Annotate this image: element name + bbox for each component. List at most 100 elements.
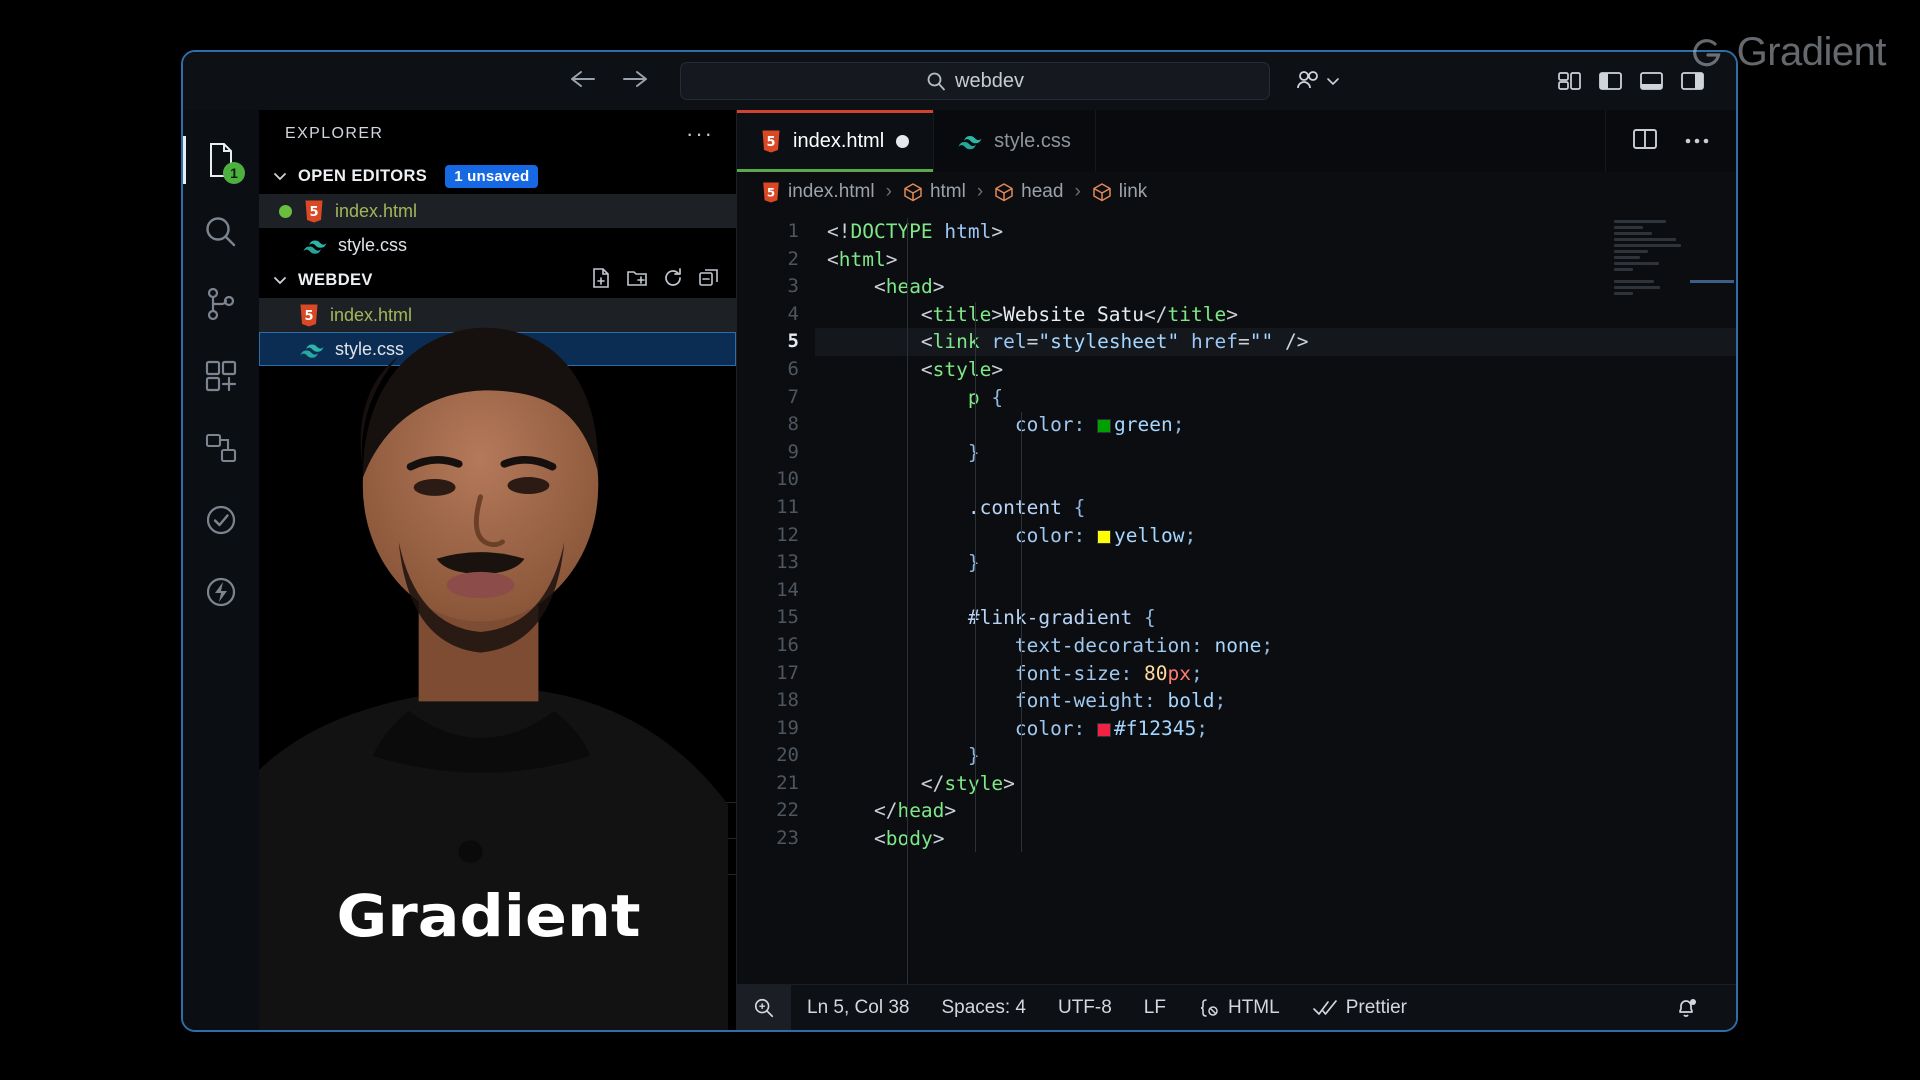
collapsed-panel-1[interactable] [259, 802, 736, 838]
new-file-icon[interactable] [590, 267, 612, 294]
collapse-all-icon[interactable] [698, 267, 720, 294]
code-line: color: yellow; [815, 522, 1736, 550]
breadcrumb-item-head[interactable]: head [994, 181, 1063, 203]
code-line: .content { [815, 494, 1736, 522]
open-editor-file-name: index.html [335, 201, 417, 222]
symbol-cube-icon [994, 182, 1014, 202]
refresh-icon[interactable] [662, 267, 684, 294]
open-editor-file-name: style.css [338, 235, 407, 256]
braces-icon [1198, 997, 1220, 1019]
toggle-primary-sidebar-icon[interactable] [1594, 66, 1628, 96]
code-line: <title>Website Satu</title> [815, 301, 1736, 329]
check-check-icon [1312, 998, 1338, 1018]
code-line: <head> [815, 273, 1736, 301]
html5-icon: 5 [761, 182, 781, 203]
eol-status[interactable]: LF [1128, 985, 1182, 1030]
code-line: p { [815, 384, 1736, 412]
code-line: <!DOCTYPE html> [815, 218, 1736, 246]
language-mode-status[interactable]: HTML [1182, 985, 1296, 1030]
folder-header-webdev[interactable]: WEBDEV [259, 262, 736, 298]
breadcrumb-separator: › [886, 181, 892, 203]
screen-root: Gradient webdev [0, 0, 1920, 1080]
code-line: color: green; [815, 411, 1736, 439]
toggle-secondary-sidebar-icon[interactable] [1676, 66, 1710, 96]
svg-text:5: 5 [309, 205, 318, 220]
activity-item-explorer[interactable]: 1 [183, 124, 259, 196]
breadcrumb-label: head [1021, 181, 1063, 203]
code-editor[interactable]: 1 2 3 4 5 6 7 8 9 10 11 12 13 14 [737, 212, 1736, 984]
panel-filter-value: ude, \escape) [464, 933, 567, 953]
search-icon [926, 71, 946, 91]
remote-explorer-icon [204, 431, 238, 465]
line-number: 6 [737, 356, 799, 384]
breadcrumb: 5 index.html › html › head › [737, 172, 1736, 212]
symbol-cube-icon [903, 182, 923, 202]
line-number: 17 [737, 660, 799, 688]
code-content[interactable]: <!DOCTYPE html> <html> <head> <title>Web… [815, 212, 1736, 984]
code-line: } [815, 549, 1736, 577]
open-editors-header[interactable]: OPEN EDITORS 1 unsaved [259, 158, 736, 194]
chevron-down-icon [1326, 76, 1340, 86]
folder-file-style-css[interactable]: style.css [259, 332, 736, 366]
tab-style-css[interactable]: style.css [934, 110, 1096, 172]
breadcrumb-item-link[interactable]: link [1092, 181, 1148, 203]
new-folder-icon[interactable] [626, 267, 648, 294]
more-actions-icon[interactable] [1684, 132, 1710, 150]
line-number: 15 [737, 604, 799, 632]
collapsed-panel-2[interactable]: OU [259, 838, 736, 874]
activity-item-run-and-debug[interactable] [183, 556, 259, 628]
encoding-status[interactable]: UTF-8 [1042, 985, 1128, 1030]
open-editor-style-css[interactable]: style.css [259, 228, 736, 262]
color-swatch-yellow[interactable] [1097, 530, 1111, 544]
activity-bar: 1 [183, 110, 259, 1030]
toggle-panel-icon[interactable] [1635, 66, 1669, 96]
panel-filter-input[interactable]: ude, \escape) [449, 924, 699, 962]
explorer-title: EXPLORER [285, 125, 383, 143]
breadcrumb-item-html[interactable]: html [903, 181, 966, 203]
tab-unsaved-dot-icon[interactable] [896, 135, 909, 148]
line-number-current: 5 [737, 328, 799, 356]
zoom-indicator[interactable] [737, 985, 791, 1030]
code-line: <body> [815, 825, 1736, 853]
folder-file-name: style.css [335, 339, 404, 360]
cursor-position-status[interactable]: Ln 5, Col 38 [791, 985, 925, 1030]
activity-item-extensions[interactable] [183, 340, 259, 412]
line-number: 20 [737, 742, 799, 770]
folder-file-index-html[interactable]: 5 index.html [259, 298, 736, 332]
chevron-down-icon [271, 170, 289, 182]
tab-index-html[interactable]: 5 index.html [737, 110, 934, 172]
color-swatch-f12345[interactable] [1097, 723, 1111, 737]
forward-arrow-icon[interactable] [620, 67, 650, 96]
minimap[interactable] [1614, 220, 1700, 306]
command-search-bar[interactable]: webdev [680, 62, 1270, 100]
breadcrumb-label: index.html [788, 181, 875, 203]
breadcrumb-separator: › [977, 181, 983, 203]
breadcrumb-label: link [1119, 181, 1148, 203]
line-number: 19 [737, 715, 799, 743]
open-editor-index-html[interactable]: 5 index.html [259, 194, 736, 228]
lightning-bolt-icon [204, 575, 238, 609]
accounts-menu[interactable] [1294, 68, 1340, 94]
formatter-status[interactable]: Prettier [1296, 985, 1423, 1030]
testing-beaker-icon [204, 503, 238, 537]
notifications-bell-icon[interactable] [1658, 996, 1714, 1020]
customize-layout-icon[interactable] [1553, 66, 1587, 96]
line-number: 22 [737, 797, 799, 825]
activity-item-remote-explorer[interactable] [183, 412, 259, 484]
explorer-more-actions-icon[interactable]: ··· [686, 121, 714, 147]
activity-item-testing[interactable] [183, 484, 259, 556]
color-swatch-green[interactable] [1097, 419, 1111, 433]
activity-item-search[interactable] [183, 196, 259, 268]
svg-text:5: 5 [766, 135, 775, 150]
breadcrumb-item-file[interactable]: 5 index.html [761, 181, 875, 203]
search-input-value[interactable]: webdev [955, 70, 1024, 93]
split-editor-icon[interactable] [1632, 127, 1658, 156]
line-number: 10 [737, 466, 799, 494]
activity-item-source-control[interactable] [183, 268, 259, 340]
collapsed-panel-3[interactable]: OLE [259, 874, 736, 910]
indentation-status[interactable]: Spaces: 4 [925, 985, 1042, 1030]
back-arrow-icon[interactable] [568, 67, 598, 96]
line-number: 9 [737, 439, 799, 467]
folder-actions [590, 267, 736, 294]
editor-vertical-scrollbar[interactable] [1720, 212, 1736, 984]
